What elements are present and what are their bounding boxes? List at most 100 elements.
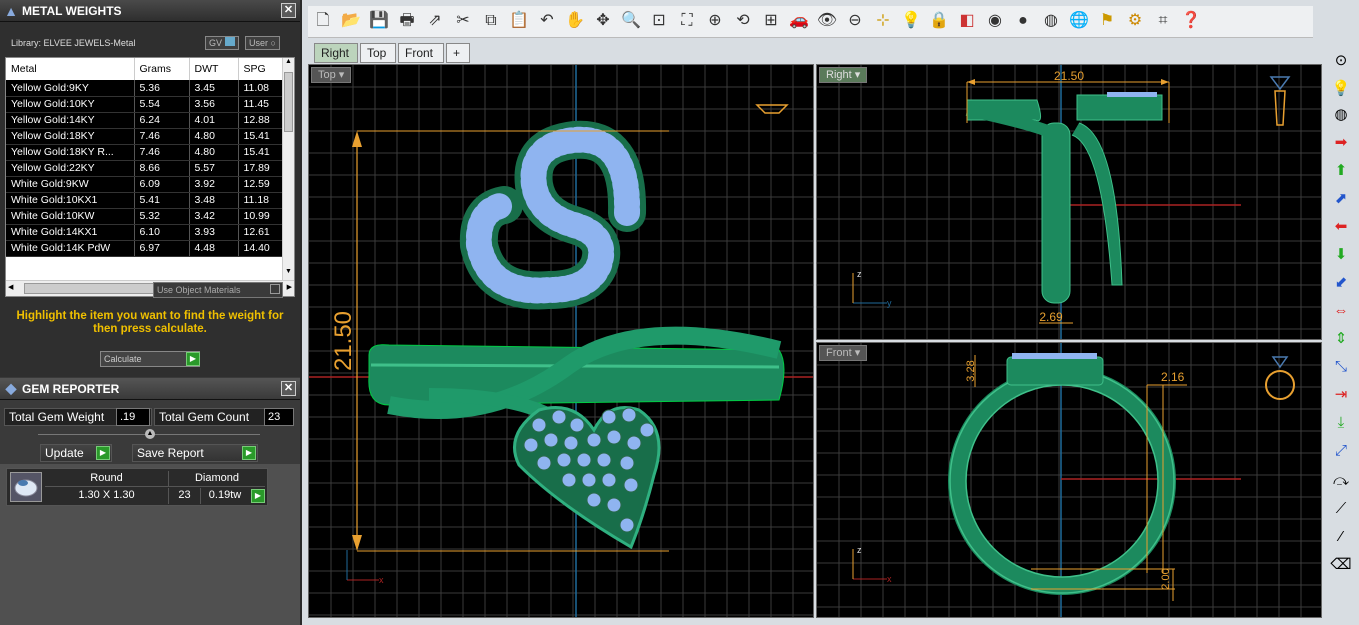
add-tab-button[interactable]: + [446,43,470,63]
open-folder-icon[interactable]: 📂 [340,10,362,32]
print-icon[interactable]: 🖶 [396,10,418,32]
undo-view-icon[interactable]: ⟲ [732,10,754,32]
tab-front[interactable]: Front [398,43,444,63]
table-row[interactable]: White Gold:10KX1 5.41 3.48 11.18 [6,192,284,209]
layers-icon[interactable]: ◧ [956,10,978,32]
material-sphere-icon[interactable]: ◍ [1330,104,1352,126]
col-spg[interactable]: SPG [238,58,284,80]
table-row[interactable]: White Gold:14K PdW 6.97 4.48 14.40 [6,240,284,257]
bend-icon[interactable]: ⤼ [1330,470,1352,492]
table-cell: 11.08 [238,80,284,97]
car-icon[interactable]: 🚗 [788,10,810,32]
table-row[interactable]: White Gold:9KW 6.09 3.92 12.59 [6,176,284,193]
update-button[interactable]: Update ▶ [40,444,112,462]
move-down-icon[interactable]: ⬇ [1330,244,1352,266]
table-row[interactable]: Yellow Gold:10KY 5.54 3.56 11.45 [6,96,284,113]
zoom-selected-icon[interactable]: ⊕ [704,10,726,32]
zoom-window-icon[interactable]: ⊡ [648,10,670,32]
segment-tool-icon[interactable]: ⁄ [1330,526,1352,548]
table-row[interactable]: Yellow Gold:22KY 8.66 5.57 17.89 [6,160,284,177]
shrink-y-icon[interactable]: ⤓ [1330,412,1352,434]
eraser-icon[interactable]: ⌫ [1330,554,1352,576]
front-viewport-canvas[interactable]: 3.28 2.16 2.00 x z [817,343,1322,618]
navigate-icon[interactable]: ⊙ [1330,50,1352,72]
copy-icon[interactable]: ⧉ [480,10,502,32]
zoom-extents-icon[interactable]: ⛶ [676,10,698,32]
tab-right[interactable]: Right [314,43,358,63]
select-points-icon[interactable]: ⊹ [872,10,894,32]
top-viewport-canvas[interactable]: 21.50 x [309,65,814,618]
top-viewport-label[interactable]: Top ▾ [311,67,352,83]
col-metal[interactable]: Metal [6,58,135,80]
zoom-icon[interactable]: 🔍 [620,10,642,32]
table-row[interactable]: Yellow Gold:9KY 5.36 3.45 11.08 [6,80,284,97]
color-wheel-icon[interactable]: ◉ [984,10,1006,32]
light-bulb-icon[interactable]: 💡 [900,10,922,32]
scroll-right-icon[interactable]: ▶ [287,283,292,291]
save-report-button[interactable]: Save Report ▶ [132,444,258,462]
help-icon[interactable]: ❓ [1180,10,1202,32]
tab-top[interactable]: Top [360,43,396,63]
move-right-icon[interactable]: ➡ [1330,132,1352,154]
lock-icon[interactable]: 🔒 [928,10,950,32]
light-icon[interactable]: 💡 [1330,78,1352,100]
use-object-materials-checkbox[interactable]: Use Object Materials [153,282,283,298]
top-viewport[interactable]: 21.50 x Top ▾ [308,64,814,618]
table-row[interactable]: White Gold:10KW 5.32 3.42 10.99 [6,208,284,225]
gem-detail-arrow-icon[interactable]: ▶ [251,489,265,503]
close-gem-panel-button[interactable]: ✕ [281,381,296,396]
metal-table-vscroll[interactable]: ▲ ▼ [282,58,294,280]
move-depth-icon[interactable]: ⬈ [1330,188,1352,210]
user-toggle[interactable]: User ○ [245,36,280,50]
move-left-icon[interactable]: ⬅ [1330,216,1352,238]
flag-icon[interactable]: ⚑ [1096,10,1118,32]
scroll-up-icon[interactable]: ▲ [283,58,294,70]
pan-hand-icon[interactable]: ✋ [564,10,586,32]
shaded-sphere-icon[interactable]: ● [1012,10,1034,32]
right-viewport-label[interactable]: Right ▾ [819,67,868,83]
rendered-sphere-icon[interactable]: ◍ [1040,10,1062,32]
measure-icon[interactable]: ⊖ [844,10,866,32]
scroll-down-icon[interactable]: ▼ [283,268,294,280]
gv-toggle[interactable]: GV [205,36,239,50]
move-back-icon[interactable]: ⬋ [1330,272,1352,294]
scale-y-icon[interactable]: ⇕ [1330,328,1352,350]
table-row[interactable]: Yellow Gold:18KY 7.46 4.80 15.41 [6,128,284,145]
scroll-left-icon[interactable]: ◀ [8,283,13,291]
eye-icon[interactable]: 👁 [816,10,838,32]
close-metal-panel-button[interactable]: ✕ [281,3,296,18]
cut-icon[interactable]: ✂ [452,10,474,32]
calculate-arrow-icon[interactable]: ▶ [186,352,200,366]
calculate-button[interactable]: Calculate ▶ [100,351,200,367]
checkbox-icon[interactable] [270,284,280,294]
globe-icon[interactable]: 🌐 [1068,10,1090,32]
grid-snap-icon[interactable]: ⌗ [1152,10,1174,32]
front-viewport[interactable]: 3.28 2.16 2.00 x z Front ▾ [816,342,1322,618]
right-viewport-canvas[interactable]: 21.50 2.69 y z [817,65,1322,340]
shrink-x-icon[interactable]: ⇥ [1330,384,1352,406]
rotate-view-icon[interactable]: ✥ [592,10,614,32]
col-grams[interactable]: Grams [134,58,190,80]
scale-z-icon[interactable]: ⤡ [1330,356,1352,378]
front-viewport-label[interactable]: Front ▾ [819,345,868,361]
line-tool-icon[interactable]: ⟋ [1330,498,1352,520]
metal-table[interactable]: Metal Grams DWT SPG Yellow Gold:9KY 5.36 3… [5,57,295,297]
move-up-icon[interactable]: ⬆ [1330,160,1352,182]
undo-icon[interactable]: ↶ [536,10,558,32]
shrink-z-icon[interactable]: ⤢ [1330,440,1352,462]
table-row[interactable]: White Gold:14KX1 6.10 3.93 12.61 [6,224,284,241]
settings-gear-icon[interactable]: ⚙ [1124,10,1146,32]
save-icon[interactable]: 💾 [368,10,390,32]
table-row[interactable]: Yellow Gold:18KY R... 7.46 4.80 15.41 [6,144,284,161]
gem-row[interactable]: Round Diamond 1.30 X 1.30 23 0.19tw ▶ [6,468,268,506]
export-icon[interactable]: ⇗ [424,10,446,32]
four-viewports-icon[interactable]: ⊞ [760,10,782,32]
col-dwt[interactable]: DWT [189,58,239,80]
paste-icon[interactable]: 📋 [508,10,530,32]
new-file-icon[interactable]: 🗋 [312,10,334,32]
vscroll-thumb[interactable] [284,72,293,132]
table-row[interactable]: Yellow Gold:14KY 6.24 4.01 12.88 [6,112,284,129]
right-viewport[interactable]: 21.50 2.69 y z Right ▾ [816,64,1322,340]
scale-x-icon[interactable]: ⇔ [1330,300,1352,322]
splitter-handle-icon[interactable]: ▲ [145,429,155,439]
